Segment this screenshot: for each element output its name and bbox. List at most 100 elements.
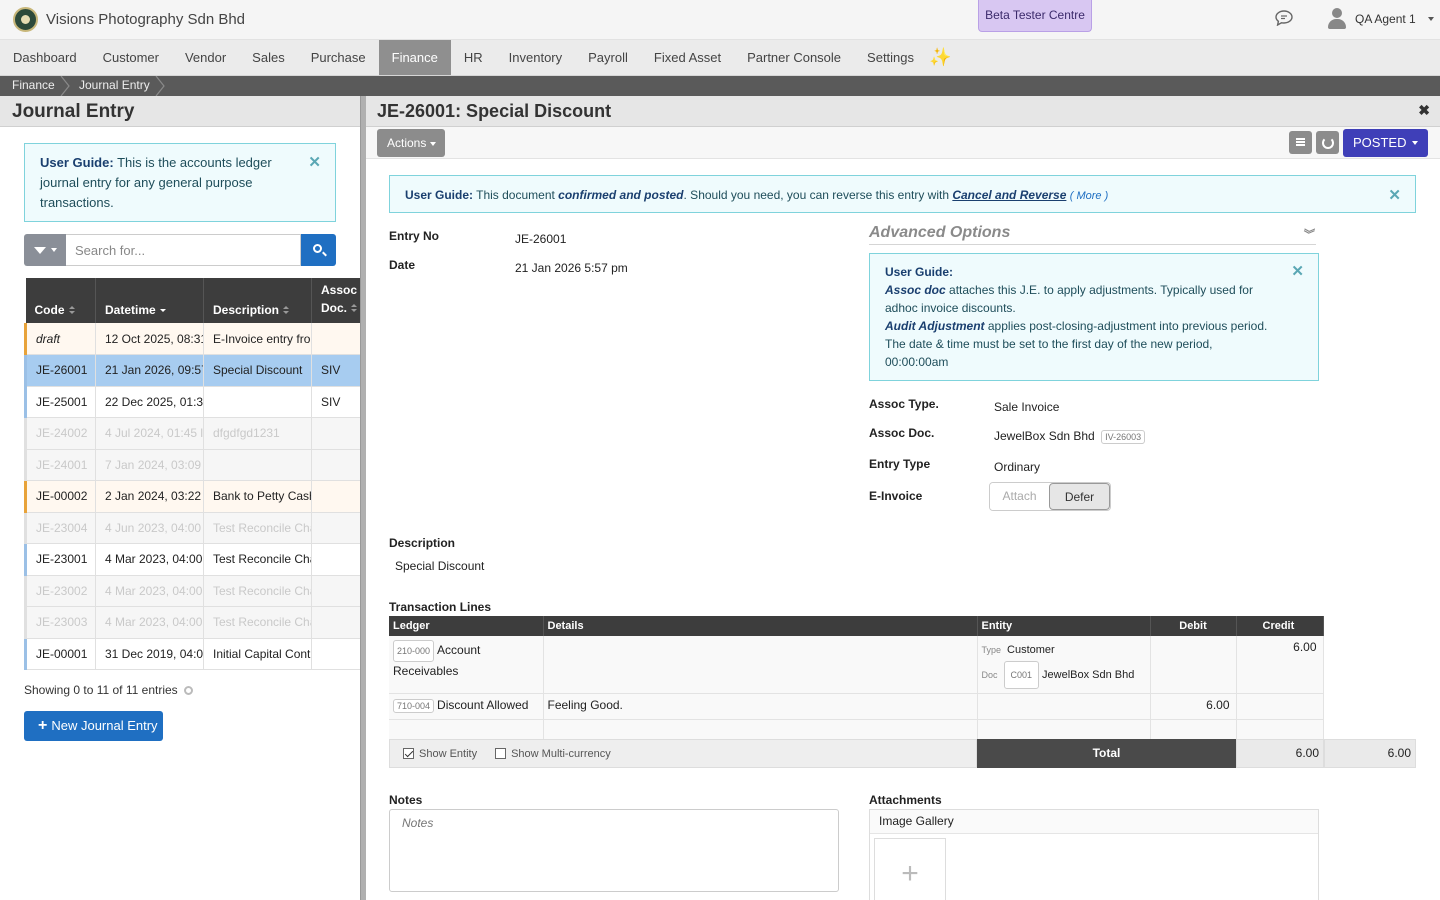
cell-code[interactable]: JE-23004 [24,512,96,544]
nav-finance[interactable]: Finance [378,40,451,75]
credit-cell[interactable] [1236,693,1324,720]
cell-assoc[interactable] [311,323,362,355]
sparkle-icon[interactable]: ✨ [927,40,951,75]
column-description[interactable]: Description [203,278,312,323]
table-row[interactable]: JE-25001 22 Dec 2025, 01:3 SIV [24,386,362,418]
cell-datetime[interactable]: 2 Jan 2024, 03:22 [95,480,204,513]
ledger-cell[interactable]: 710-004 Discount Allowed [389,693,544,720]
einvoice-defer-option[interactable]: Defer [1049,483,1110,510]
nav-hr[interactable]: HR [451,40,496,75]
cell-code[interactable]: JE-24001 [24,449,96,481]
chat-icon[interactable] [1275,10,1293,26]
cell-code[interactable]: draft [24,323,96,355]
cell-desc[interactable]: Test Reconcile Cha [203,543,312,576]
cell-assoc[interactable] [311,543,362,576]
cell-assoc[interactable] [311,606,362,639]
show-multi-currency-checkbox[interactable]: Show Multi-currency [495,748,611,760]
add-image-button[interactable]: + [874,838,946,900]
breadcrumb-journal-entry[interactable]: Journal Entry [79,76,150,96]
status-posted-button[interactable]: POSTED [1343,129,1428,157]
cell-datetime[interactable]: 31 Dec 2019, 04:0 [95,638,204,670]
cell-desc[interactable] [203,449,312,481]
cell-desc[interactable] [203,386,312,418]
assoc-doc-value[interactable]: JewelBox Sdn Bhd IV-26003 [994,429,1148,444]
table-row[interactable]: 710-004 Discount Allowed Feeling Good. 6.… [389,693,1324,720]
column-datetime[interactable]: Datetime [95,278,204,323]
nav-vendor[interactable]: Vendor [172,40,239,75]
cell-desc[interactable]: E-Invoice entry from [203,323,312,355]
history-icon[interactable] [1316,131,1339,154]
cell-assoc[interactable] [311,575,362,607]
company-name[interactable]: Visions Photography Sdn Bhd [46,11,245,28]
filter-button[interactable] [24,234,66,266]
company-logo-icon[interactable] [13,7,38,32]
cell-code[interactable]: JE-00002 [24,480,96,513]
cell-code[interactable]: JE-26001 [24,354,96,387]
user-menu[interactable]: QA Agent 1 [1327,6,1434,32]
beta-tester-button[interactable]: Beta Tester Centre [978,0,1092,32]
cell-assoc[interactable] [311,512,362,544]
more-link[interactable]: ( More ) [1070,190,1109,202]
cell-desc[interactable]: dfgdfgd1231 [203,417,312,450]
cancel-reverse-link[interactable]: Cancel and Reverse [952,188,1066,202]
details-cell[interactable] [543,636,978,694]
cell-datetime[interactable]: 7 Jan 2024, 03:09 [95,449,204,481]
table-row[interactable]: JE-26001 21 Jan 2026, 09:57 Special Discou… [24,354,362,387]
table-row[interactable]: JE-23002 4 Mar 2023, 04:00 Test Reconcile … [24,575,362,607]
details-cell[interactable]: Feeling Good. [543,693,978,720]
search-button[interactable] [301,234,336,266]
cell-code[interactable]: JE-23001 [24,543,96,576]
cell-assoc[interactable] [311,417,362,450]
cell-desc[interactable]: Initial Capital Contr [203,638,312,670]
cell-datetime[interactable]: 12 Oct 2025, 08:31 [95,323,204,355]
show-entity-checkbox[interactable]: Show Entity [403,748,477,760]
table-row[interactable]: draft 12 Oct 2025, 08:31 E-Invoice entry f… [24,323,362,355]
cell-datetime[interactable]: 4 Jun 2023, 04:00 [95,512,204,544]
actions-dropdown[interactable]: Actions [377,129,445,157]
debit-cell[interactable] [1150,636,1237,694]
cell-datetime[interactable]: 4 Jul 2024, 01:45 l [95,417,204,450]
notes-input[interactable] [389,809,839,892]
nav-fixed-asset[interactable]: Fixed Asset [641,40,734,75]
table-row[interactable]: JE-23004 4 Jun 2023, 04:00 Test Reconcile … [24,512,362,544]
nav-customer[interactable]: Customer [90,40,172,75]
nav-dashboard[interactable]: Dashboard [0,40,90,75]
search-input[interactable] [66,234,301,266]
table-row[interactable]: JE-23003 4 Mar 2023, 04:00 Test Reconcile … [24,606,362,639]
nav-settings[interactable]: Settings [854,40,927,75]
cell-desc[interactable]: Test Reconcile Cha [203,606,312,639]
table-row[interactable]: JE-24002 4 Jul 2024, 01:45 l dfgdfgd1231 [24,417,362,450]
einvoice-attach-option[interactable]: Attach [990,483,1049,510]
nav-sales[interactable]: Sales [239,40,298,75]
cell-desc[interactable]: Bank to Petty Cash [203,480,312,513]
close-icon[interactable]: ✖ [1418,102,1430,119]
list-view-icon[interactable] [1289,131,1312,154]
entity-cell[interactable] [977,693,1151,720]
table-row[interactable]: JE-00001 31 Dec 2019, 04:0 Initial Capital… [24,638,362,670]
cell-code[interactable]: JE-25001 [24,386,96,418]
nav-inventory[interactable]: Inventory [496,40,575,75]
cell-datetime[interactable]: 22 Dec 2025, 01:3 [95,386,204,418]
cell-desc[interactable]: Test Reconcile Cha [203,512,312,544]
entity-cell[interactable]: Type Customer Doc C001 JewelBox Sdn Bhd [977,636,1151,694]
table-row[interactable]: JE-00002 2 Jan 2024, 03:22 Bank to Petty C… [24,480,362,513]
new-journal-entry-button[interactable]: + New Journal Entry [24,711,163,741]
cell-code[interactable]: JE-23002 [24,575,96,607]
close-icon[interactable]: ✕ [308,153,321,173]
debit-cell[interactable]: 6.00 [1150,693,1237,720]
cell-datetime[interactable]: 4 Mar 2023, 04:00 [95,543,204,576]
cell-datetime[interactable]: 4 Mar 2023, 04:00 [95,575,204,607]
cell-assoc[interactable] [311,480,362,513]
cell-code[interactable]: JE-23003 [24,606,96,639]
cell-code[interactable]: JE-00001 [24,638,96,670]
cell-desc[interactable]: Special Discount [203,354,312,387]
ledger-cell[interactable]: 210-000 Account Receivables [389,636,544,694]
table-row[interactable]: JE-24001 7 Jan 2024, 03:09 [24,449,362,481]
cell-assoc[interactable] [311,449,362,481]
advanced-options-toggle[interactable]: Advanced Options ︾ [869,224,1316,245]
cell-desc[interactable]: Test Reconcile Cha [203,575,312,607]
cell-assoc[interactable]: SIV [311,354,362,387]
close-icon[interactable]: ✕ [1291,263,1304,281]
table-row[interactable]: 210-000 Account Receivables Type Customer … [389,636,1324,694]
credit-cell[interactable]: 6.00 [1236,636,1324,694]
